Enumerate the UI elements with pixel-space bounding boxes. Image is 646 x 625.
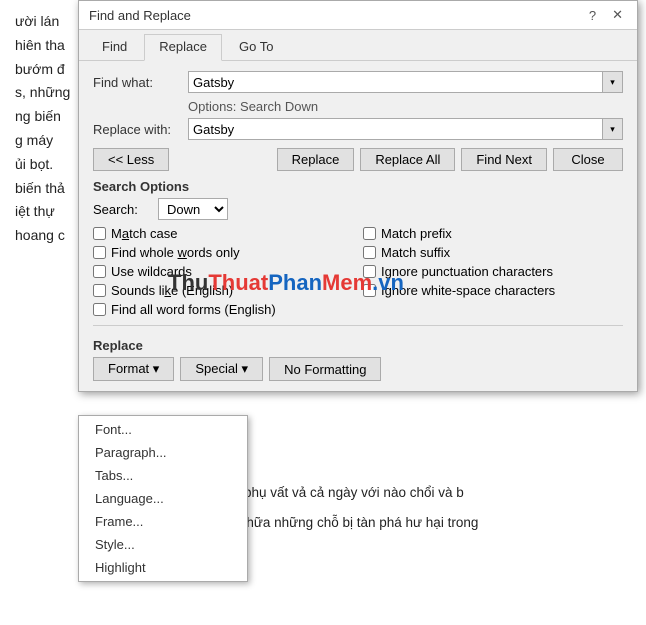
replace-input[interactable] [188,118,603,140]
replace-with-row: Replace with: ▾ [93,118,623,140]
replace-button[interactable]: Replace [277,148,355,171]
options-label: Options: Search Down [188,99,623,114]
replace-dropdown-arrow[interactable]: ▾ [603,118,623,140]
dialog-title: Find and Replace [89,8,191,23]
find-label: Find what: [93,75,188,90]
find-next-button[interactable]: Find Next [461,148,547,171]
tab-replace[interactable]: Replace [144,34,222,61]
dialog-titlebar: Find and Replace ? ✕ [79,1,637,30]
use-wildcards-checkbox[interactable]: Use wildcards [93,264,353,279]
menu-item-tabs[interactable]: Tabs... [79,464,247,487]
close-button[interactable]: ✕ [608,7,627,23]
search-label: Search: [93,202,158,217]
search-select[interactable]: Down Up All [158,198,228,220]
help-button[interactable]: ? [585,8,600,23]
tab-goto[interactable]: Go To [224,34,288,60]
search-direction-row: Search: Down Up All [93,198,623,220]
search-options-label: Search Options [93,179,623,194]
format-dropdown-menu: Font... Paragraph... Tabs... Language...… [78,415,248,582]
match-case-checkbox[interactable]: Match case [93,226,353,241]
menu-item-language[interactable]: Language... [79,487,247,510]
replace-section-label: Replace [93,338,623,353]
sounds-like-checkbox[interactable]: Sounds like (English) [93,283,353,298]
replace-all-button[interactable]: Replace All [360,148,455,171]
find-whole-words-checkbox[interactable]: Find whole words only [93,245,353,260]
replace-label: Replace with: [93,122,188,137]
ignore-whitespace-checkbox[interactable]: Ignore white-space characters [363,283,623,298]
find-replace-dialog: Find and Replace ? ✕ Find Replace Go To … [78,0,638,620]
find-input[interactable] [188,71,603,93]
format-button[interactable]: Format ▾ [93,357,174,381]
find-all-forms-checkbox[interactable]: Find all word forms (English) [93,302,353,317]
menu-item-font[interactable]: Font... [79,418,247,441]
menu-item-frame[interactable]: Frame... [79,510,247,533]
menu-item-highlight[interactable]: Highlight [79,556,247,579]
find-what-row: Find what: ▾ [93,71,623,93]
replace-section: Replace Format ▾ Special ▾ No Formatting [93,325,623,381]
checkboxes-grid: Match case Match prefix Find whole words… [93,226,623,317]
menu-item-style[interactable]: Style... [79,533,247,556]
format-buttons-row: Format ▾ Special ▾ No Formatting [93,357,623,381]
find-dropdown-arrow[interactable]: ▾ [603,71,623,93]
match-prefix-checkbox[interactable]: Match prefix [363,226,623,241]
ignore-punctuation-checkbox[interactable]: Ignore punctuation characters [363,264,623,279]
match-suffix-checkbox[interactable]: Match suffix [363,245,623,260]
dialog-tabs: Find Replace Go To [79,30,637,61]
special-button[interactable]: Special ▾ [180,357,263,381]
no-formatting-button[interactable]: No Formatting [269,357,381,381]
menu-item-paragraph[interactable]: Paragraph... [79,441,247,464]
tab-find[interactable]: Find [87,34,142,60]
action-buttons: << Less Replace Replace All Find Next Cl… [93,148,623,171]
less-button[interactable]: << Less [93,148,169,171]
close-dialog-button[interactable]: Close [553,148,623,171]
